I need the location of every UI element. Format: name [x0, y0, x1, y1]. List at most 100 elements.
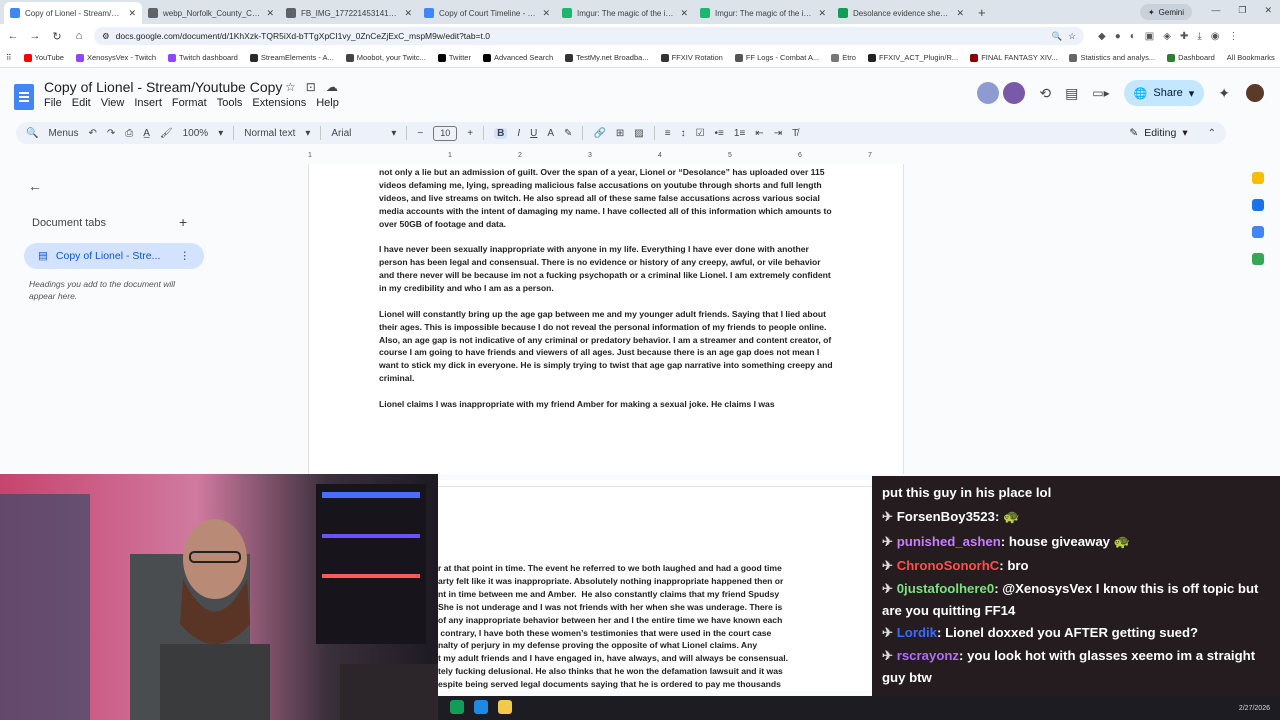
menu-tools[interactable]: Tools: [217, 97, 243, 109]
meet-icon[interactable]: ▭▸: [1092, 86, 1109, 100]
undo-icon[interactable]: ↶: [88, 128, 96, 139]
search-menus-icon[interactable]: 🔍: [26, 128, 38, 139]
bookmark-item[interactable]: Advanced Search: [482, 53, 553, 62]
collaborator-avatar[interactable]: [977, 82, 1000, 104]
document-line[interactable]: nt in time between me and Amber. He also…: [438, 588, 904, 601]
bullet-list-icon[interactable]: •≡: [715, 128, 724, 139]
document-line[interactable]: of any inappropriate behavior between he…: [438, 614, 904, 627]
link-icon[interactable]: 🔗: [593, 128, 605, 139]
paint-format-icon[interactable]: 🖌: [160, 128, 173, 139]
browser-tab[interactable]: Copy of Lionel - Stream/Youtube ✕: [4, 2, 142, 24]
tab-close-icon[interactable]: ✕: [680, 8, 688, 19]
menu-insert[interactable]: Insert: [134, 97, 162, 109]
bookmark-item[interactable]: Moobot, your Twitc...: [345, 53, 426, 62]
bookmark-item[interactable]: Etro: [831, 53, 856, 62]
bookmark-item[interactable]: YouTube: [23, 53, 64, 62]
cloud-status-icon[interactable]: ☁: [326, 80, 338, 94]
collapse-icon[interactable]: ⌃: [1208, 128, 1216, 139]
bookmark-item[interactable]: FF Logs - Combat A...: [734, 53, 819, 62]
reload-icon[interactable]: ↻: [50, 30, 64, 43]
bookmark-item[interactable]: FFXIV Rotation: [660, 53, 723, 62]
document-body-2[interactable]: r at that point in time. The event he re…: [438, 562, 904, 690]
browser-tab[interactable]: webp_Norfolk_County_Correct ✕: [142, 2, 280, 24]
zoom-search-icon[interactable]: 🔍: [1052, 31, 1063, 42]
collaborator-avatar[interactable]: [1003, 82, 1026, 104]
document-line[interactable]: r at that point in time. The event he re…: [438, 562, 904, 575]
bookmark-item[interactable]: FINAL FANTASY XIV...: [970, 53, 1057, 62]
new-tab-button[interactable]: +: [970, 2, 994, 24]
highlight-icon[interactable]: ✎: [564, 128, 572, 139]
gemini-button[interactable]: ✦ Gemini: [1139, 4, 1192, 20]
checklist-icon[interactable]: ☑: [696, 128, 705, 139]
print-icon[interactable]: ⎙: [125, 128, 133, 139]
extension-icon[interactable]: ◆: [1098, 31, 1106, 42]
menu-icon[interactable]: ⋮: [1229, 31, 1239, 42]
tab-close-icon[interactable]: ✕: [818, 8, 826, 19]
close-icon[interactable]: ✕: [1264, 5, 1272, 16]
menu-format[interactable]: Format: [172, 97, 207, 109]
url-field[interactable]: ⚙ docs.google.com/document/d/1KhXzk-TQR5…: [94, 27, 1084, 45]
docs-logo-icon[interactable]: [14, 84, 34, 110]
account-avatar[interactable]: [1244, 82, 1266, 104]
comments-icon[interactable]: ▤: [1065, 85, 1078, 102]
document-line[interactable]: espite being served legal documents sayi…: [438, 678, 904, 690]
site-info-icon[interactable]: ⚙: [102, 31, 110, 42]
folder-icon[interactable]: [498, 700, 512, 714]
menu-help[interactable]: Help: [316, 97, 339, 109]
browser-tab[interactable]: Imgur: The magic of the intern ✕: [556, 2, 694, 24]
document-line[interactable]: tely fucking delusional. He also thinks …: [438, 665, 904, 678]
more-options-icon[interactable]: ⋮: [180, 250, 191, 262]
all-bookmarks-folder[interactable]: All Bookmarks: [1227, 53, 1280, 62]
back-icon[interactable]: ←: [6, 30, 20, 42]
bookmark-item[interactable]: TestMy.net Broadba...: [565, 53, 649, 62]
style-select[interactable]: Normal text: [244, 128, 295, 139]
share-button[interactable]: 🌐 Share ▾: [1123, 80, 1205, 106]
document-title[interactable]: Copy of Lionel - Stream/Youtube Copy: [44, 79, 282, 95]
tasks-icon[interactable]: [1252, 199, 1264, 211]
decrease-font-icon[interactable]: −: [417, 128, 423, 139]
menus-search[interactable]: Menus: [48, 128, 78, 139]
bookmark-star-icon[interactable]: ☆: [1068, 31, 1076, 42]
bookmark-item[interactable]: Dashboard: [1167, 53, 1215, 62]
tab-close-icon[interactable]: ✕: [128, 8, 136, 19]
back-arrow-icon[interactable]: ←: [28, 178, 42, 194]
extension-icon[interactable]: ◈: [1163, 31, 1171, 42]
horizontal-ruler[interactable]: 1 1 2 3 4 5 6 7: [308, 152, 904, 164]
font-size-input[interactable]: 10: [433, 125, 458, 141]
align-icon[interactable]: ≡: [665, 128, 671, 139]
text-color-icon[interactable]: A: [547, 128, 554, 139]
browser-tab[interactable]: Desolance evidence sheet - Go ✕: [832, 2, 970, 24]
history-icon[interactable]: ⟲: [1039, 85, 1051, 102]
document-line[interactable]: arty felt like it was inappropriate. Abs…: [438, 575, 904, 588]
document-paragraph[interactable]: I have never been sexually inappropriate…: [379, 243, 835, 295]
clear-formatting-icon[interactable]: T̸: [792, 128, 798, 139]
bookmark-item[interactable]: Twitch dashboard: [168, 53, 238, 62]
maps-icon[interactable]: [1252, 253, 1264, 265]
contacts-icon[interactable]: [1252, 226, 1264, 238]
document-line[interactable]: nalty of perjury in my defense proving t…: [438, 639, 904, 652]
tab-close-icon[interactable]: ✕: [956, 8, 964, 19]
document-tab-item[interactable]: ▤ Copy of Lionel - Stre... ⋮: [24, 243, 204, 269]
line-spacing-icon[interactable]: ↕: [681, 128, 686, 139]
document-page[interactable]: not only a lie but an admission of guilt…: [308, 164, 904, 474]
editing-mode-select[interactable]: ✎ Editing ▾: [1129, 127, 1217, 139]
puzzle-icon[interactable]: ✚: [1180, 31, 1188, 42]
document-paragraph[interactable]: Lionel claims I was inappropriate with m…: [379, 398, 835, 411]
menu-file[interactable]: File: [44, 97, 62, 109]
maximize-icon[interactable]: ❐: [1238, 5, 1246, 16]
bookmark-item[interactable]: XenosysVex - Twitch: [75, 53, 156, 62]
document-line[interactable]: She is not underage and I was not friend…: [438, 601, 904, 614]
add-tab-icon[interactable]: +: [179, 214, 187, 230]
extension-icon[interactable]: ●: [1115, 31, 1121, 42]
menu-extensions[interactable]: Extensions: [252, 97, 306, 109]
zoom-select[interactable]: 100%: [183, 128, 209, 139]
increase-font-icon[interactable]: +: [467, 128, 473, 139]
bookmark-item[interactable]: Twitter: [437, 53, 471, 62]
numbered-list-icon[interactable]: 1≡: [734, 128, 745, 139]
document-paragraph[interactable]: not only a lie but an admission of guilt…: [379, 166, 835, 231]
document-body[interactable]: not only a lie but an admission of guilt…: [379, 166, 835, 411]
move-folder-icon[interactable]: ⊡: [306, 80, 316, 94]
browser-tab[interactable]: Imgur: The magic of the intern ✕: [694, 2, 832, 24]
document-line[interactable]: contrary, I have both these women’s test…: [438, 627, 904, 640]
comment-icon[interactable]: ⊞: [616, 128, 624, 139]
